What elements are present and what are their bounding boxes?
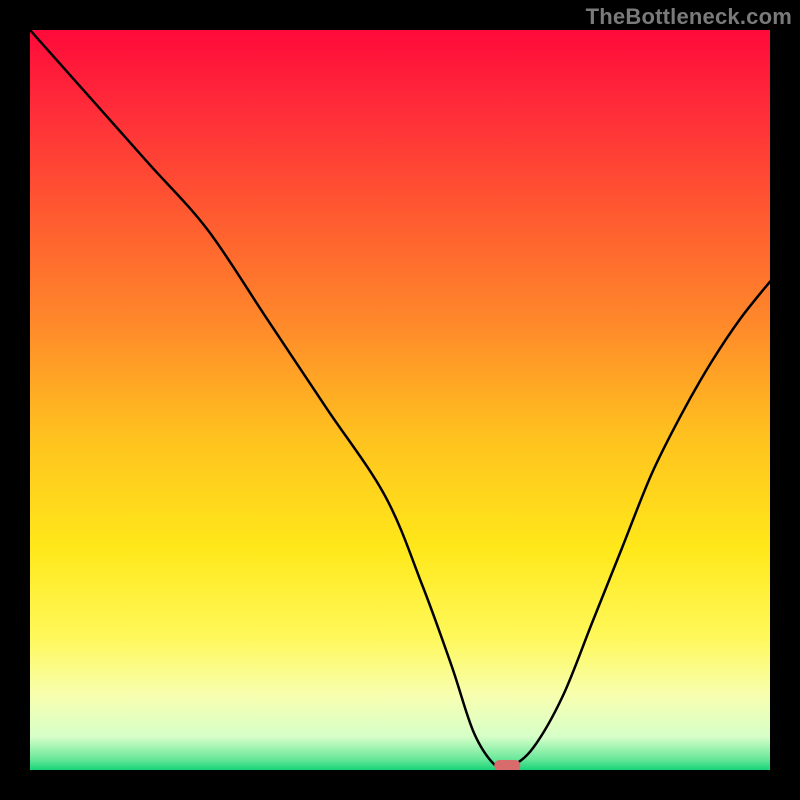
watermark-text: TheBottleneck.com bbox=[586, 4, 792, 30]
chart-svg bbox=[30, 30, 770, 770]
optimal-marker bbox=[494, 760, 520, 770]
chart-frame: TheBottleneck.com bbox=[0, 0, 800, 800]
gradient-background bbox=[30, 30, 770, 770]
plot-area bbox=[30, 30, 770, 770]
